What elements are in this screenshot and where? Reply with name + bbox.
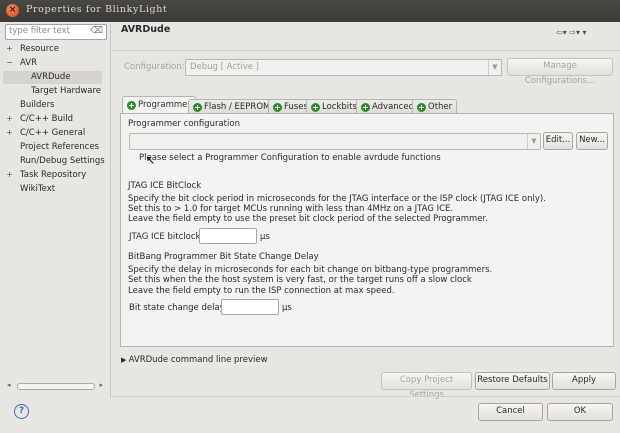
copy-project-settings-button[interactable]: Copy Project Settings [381,372,472,400]
collapse-icon[interactable]: − [5,58,14,67]
footer-divider [112,396,620,397]
expand-icon[interactable]: + [5,170,14,179]
jtag-bitclock-input[interactable] [199,228,257,244]
tree-item-project-references[interactable]: Project References [20,141,99,154]
configuration-value: Debug [ Active ] [190,62,259,72]
tree-item-target-hardware[interactable]: Target Hardware [31,85,101,98]
tab-label: Lockbits [322,102,357,112]
tree-item-label: AVRDude [31,72,71,82]
tree-item-avrdude[interactable]: AVRDude [3,71,102,84]
header-divider [112,50,620,51]
tree-item-label: AVR [20,58,37,68]
navigation-arrows-icon[interactable]: ⇦▾ ⇨▾ ▾ [556,28,587,37]
configuration-label: Configuration: [124,62,185,72]
ok-button[interactable]: OK [547,403,613,421]
jtag-unit: µs [260,232,270,242]
sidebar-scrollbar[interactable]: ◂ ▸ [7,381,103,390]
section-title-bitbang: BitBang Programmer Bit State Change Dela… [128,252,319,262]
programmer-config-select[interactable]: ▼ [129,133,541,150]
section-title-jtag: JTAG ICE BitClock [128,181,202,191]
scroll-left-icon[interactable]: ◂ [7,381,11,389]
programmer-warning: Please select a Programmer Configuration… [139,153,441,163]
tab-flash-eeprom[interactable]: + Flash / EEPROM [188,99,276,114]
tab-advanced[interactable]: + Advanced [356,99,419,114]
clear-filter-icon[interactable]: ⌫ [90,26,103,36]
tab-lockbits[interactable]: + Lockbits [306,99,362,114]
expand-icon[interactable]: + [5,114,14,123]
bit-state-delay-unit: µs [282,303,292,313]
bitbang-description-line: Leave the field empty to run the ISP con… [128,286,395,296]
tab-label: Fuses [284,102,308,112]
expand-arrow-icon: ▶ [121,356,129,364]
window-title: Properties for BlinkyLight [26,4,168,15]
tab-label: Advanced [372,102,414,112]
jtag-description-line: Specify the bit clock period in microsec… [128,194,546,204]
jtag-description-line: Leave the field empty to use the preset … [128,214,488,224]
chevron-down-icon: ▼ [488,60,501,75]
tree-item-label: C/C++ General [20,128,86,138]
restore-defaults-button[interactable]: Restore Defaults [475,372,550,390]
tab-label: Programmer [138,100,191,110]
status-icon: + [417,103,426,112]
tree-item-label: Resource [20,44,59,54]
jtag-bitclock-label: JTAG ICE bitclock [129,232,201,242]
tab-other[interactable]: + Other [412,99,458,114]
tree-item-label: Task Repository [20,170,87,180]
status-icon: + [193,103,202,112]
expand-icon[interactable]: + [5,44,14,53]
new-button[interactable]: New... [576,132,608,150]
status-icon: + [273,103,282,112]
scroll-right-icon[interactable]: ▸ [99,381,103,389]
chevron-down-icon: ▼ [527,134,540,149]
tree-item-wikitext[interactable]: WikiText [20,183,55,196]
page-title: AVRDude [121,24,171,35]
bit-state-delay-input[interactable] [221,299,279,315]
help-icon[interactable]: ? [14,404,29,419]
tab-programmer[interactable]: + Programmer [122,96,196,114]
configuration-select[interactable]: Debug [ Active ] ▼ [185,59,502,76]
sidebar-divider[interactable] [110,24,111,398]
status-icon: + [361,103,370,112]
mouse-cursor-icon: ↖ [146,154,156,167]
manage-configurations-button[interactable]: Manage Configurations... [507,58,613,86]
jtag-description-line: Set this to > 1.0 for target MCUs runnin… [128,204,454,214]
status-icon: + [311,103,320,112]
bitbang-description-line: Set this when the the host system is ver… [128,275,472,285]
edit-button[interactable]: Edit... [543,132,573,150]
tab-label: Flash / EEPROM [204,102,271,112]
close-icon[interactable]: × [6,4,19,17]
tab-label: Other [428,102,453,112]
scrollbar-thumb[interactable] [17,383,95,390]
bitbang-description-line: Specify the delay in microseconds for ea… [128,265,493,275]
tree-item-builders[interactable]: Builders [20,99,55,112]
filter-placeholder: type filter text [9,26,70,36]
section-title-programmer: Programmer configuration [128,119,240,129]
tree-item-run-debug-settings[interactable]: Run/Debug Settings [20,155,105,168]
cancel-button[interactable]: Cancel [478,403,543,421]
tree-item-label: C/C++ Build [20,114,74,124]
command-preview-toggle[interactable]: ▶ AVRDude command line preview [121,355,268,365]
filter-input[interactable]: type filter text ⌫ [5,24,107,40]
expand-icon[interactable]: + [5,128,14,137]
bit-state-delay-label: Bit state change delay [129,303,225,313]
command-preview-label: AVRDude command line preview [128,355,268,365]
status-icon: + [127,101,136,110]
apply-button[interactable]: Apply [552,372,616,390]
